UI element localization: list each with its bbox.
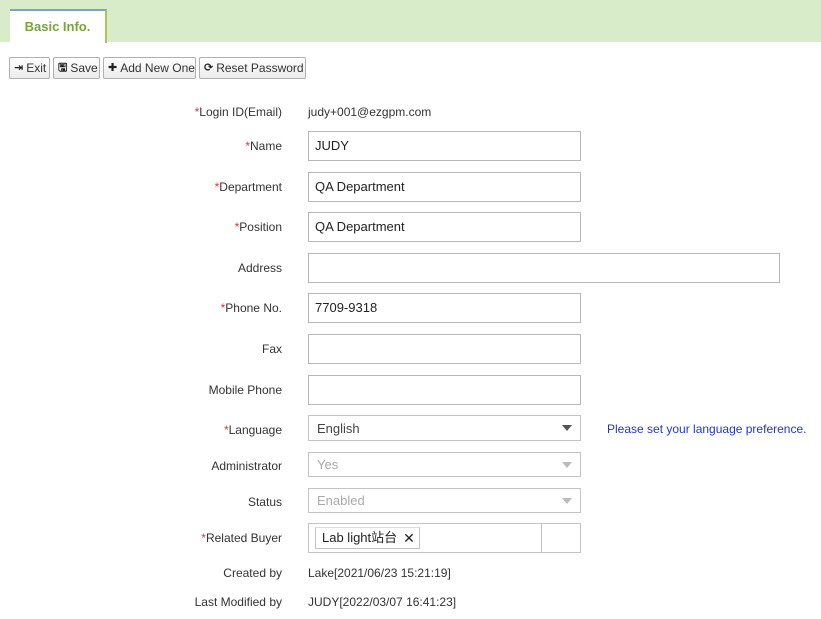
related-buyer-tag: Lab light站台 ✕ bbox=[315, 527, 420, 549]
mobile-phone-label: Mobile Phone bbox=[208, 383, 282, 397]
phone-label: *Phone No. bbox=[220, 301, 282, 315]
exit-button-label: Exit bbox=[26, 61, 47, 75]
chevron-down-icon bbox=[562, 497, 572, 504]
related-buyer-multiselect[interactable]: Lab light站台 ✕ bbox=[308, 523, 581, 553]
last-modified-value: JUDY[2022/03/07 16:41:23] bbox=[308, 595, 457, 609]
address-input[interactable] bbox=[308, 253, 780, 283]
address-label: Address bbox=[237, 261, 282, 275]
name-input[interactable]: JUDY bbox=[308, 131, 581, 161]
close-icon[interactable]: ✕ bbox=[403, 528, 415, 548]
created-by-value: Lake[2021/06/23 15:21:19] bbox=[308, 566, 451, 580]
mobile-phone-input[interactable] bbox=[308, 375, 581, 405]
save-icon: 🖫 bbox=[58, 62, 68, 74]
status-label: Status bbox=[247, 495, 282, 509]
refresh-icon: ⟳ bbox=[204, 62, 214, 74]
created-by-label: Created by bbox=[223, 566, 282, 580]
add-new-button[interactable]: ✚ Add New One bbox=[103, 57, 196, 79]
position-input[interactable]: QA Department bbox=[308, 212, 581, 242]
administrator-select-value: Yes bbox=[317, 457, 339, 472]
status-select: Enabled bbox=[308, 488, 581, 513]
related-buyer-label: *Related Buyer bbox=[201, 531, 282, 545]
language-hint: Please set your language preference. bbox=[607, 422, 807, 436]
tab-bar: Basic Info. bbox=[0, 0, 821, 43]
department-input[interactable]: QA Department bbox=[308, 172, 581, 202]
save-button[interactable]: 🖫 Save bbox=[53, 57, 100, 79]
reset-password-button[interactable]: ⟳ Reset Password bbox=[199, 57, 306, 79]
position-label: *Position bbox=[234, 220, 282, 234]
exit-button[interactable]: ⇥ Exit bbox=[9, 57, 50, 79]
fax-label: Fax bbox=[261, 342, 282, 356]
administrator-select: Yes bbox=[308, 452, 581, 477]
language-select[interactable]: English bbox=[308, 415, 581, 441]
exit-icon: ⇥ bbox=[14, 62, 24, 74]
fax-input[interactable] bbox=[308, 334, 581, 364]
administrator-label: Administrator bbox=[211, 459, 282, 473]
phone-input[interactable]: 7709-9318 bbox=[308, 293, 581, 323]
reset-password-button-label: Reset Password bbox=[216, 61, 304, 75]
language-label: *Language bbox=[223, 423, 282, 437]
add-new-button-label: Add New One bbox=[120, 61, 195, 75]
last-modified-label: Last Modified by bbox=[194, 595, 282, 609]
tab-basic-info[interactable]: Basic Info. bbox=[10, 9, 107, 43]
chevron-down-icon bbox=[562, 461, 572, 468]
name-label: *Name bbox=[245, 139, 282, 153]
related-buyer-tag-label: Lab light站台 bbox=[322, 530, 398, 545]
department-label: *Department bbox=[214, 180, 282, 194]
language-select-value: English bbox=[317, 420, 360, 436]
plus-icon: ✚ bbox=[108, 62, 118, 74]
related-buyer-tag-area: Lab light站台 ✕ bbox=[312, 524, 542, 552]
login-id-value: judy+001@ezgpm.com bbox=[308, 105, 432, 119]
login-id-label: *Login ID(Email) bbox=[194, 105, 282, 119]
save-button-label: Save bbox=[70, 61, 98, 75]
status-select-value: Enabled bbox=[317, 493, 365, 508]
chevron-down-icon bbox=[562, 425, 572, 431]
